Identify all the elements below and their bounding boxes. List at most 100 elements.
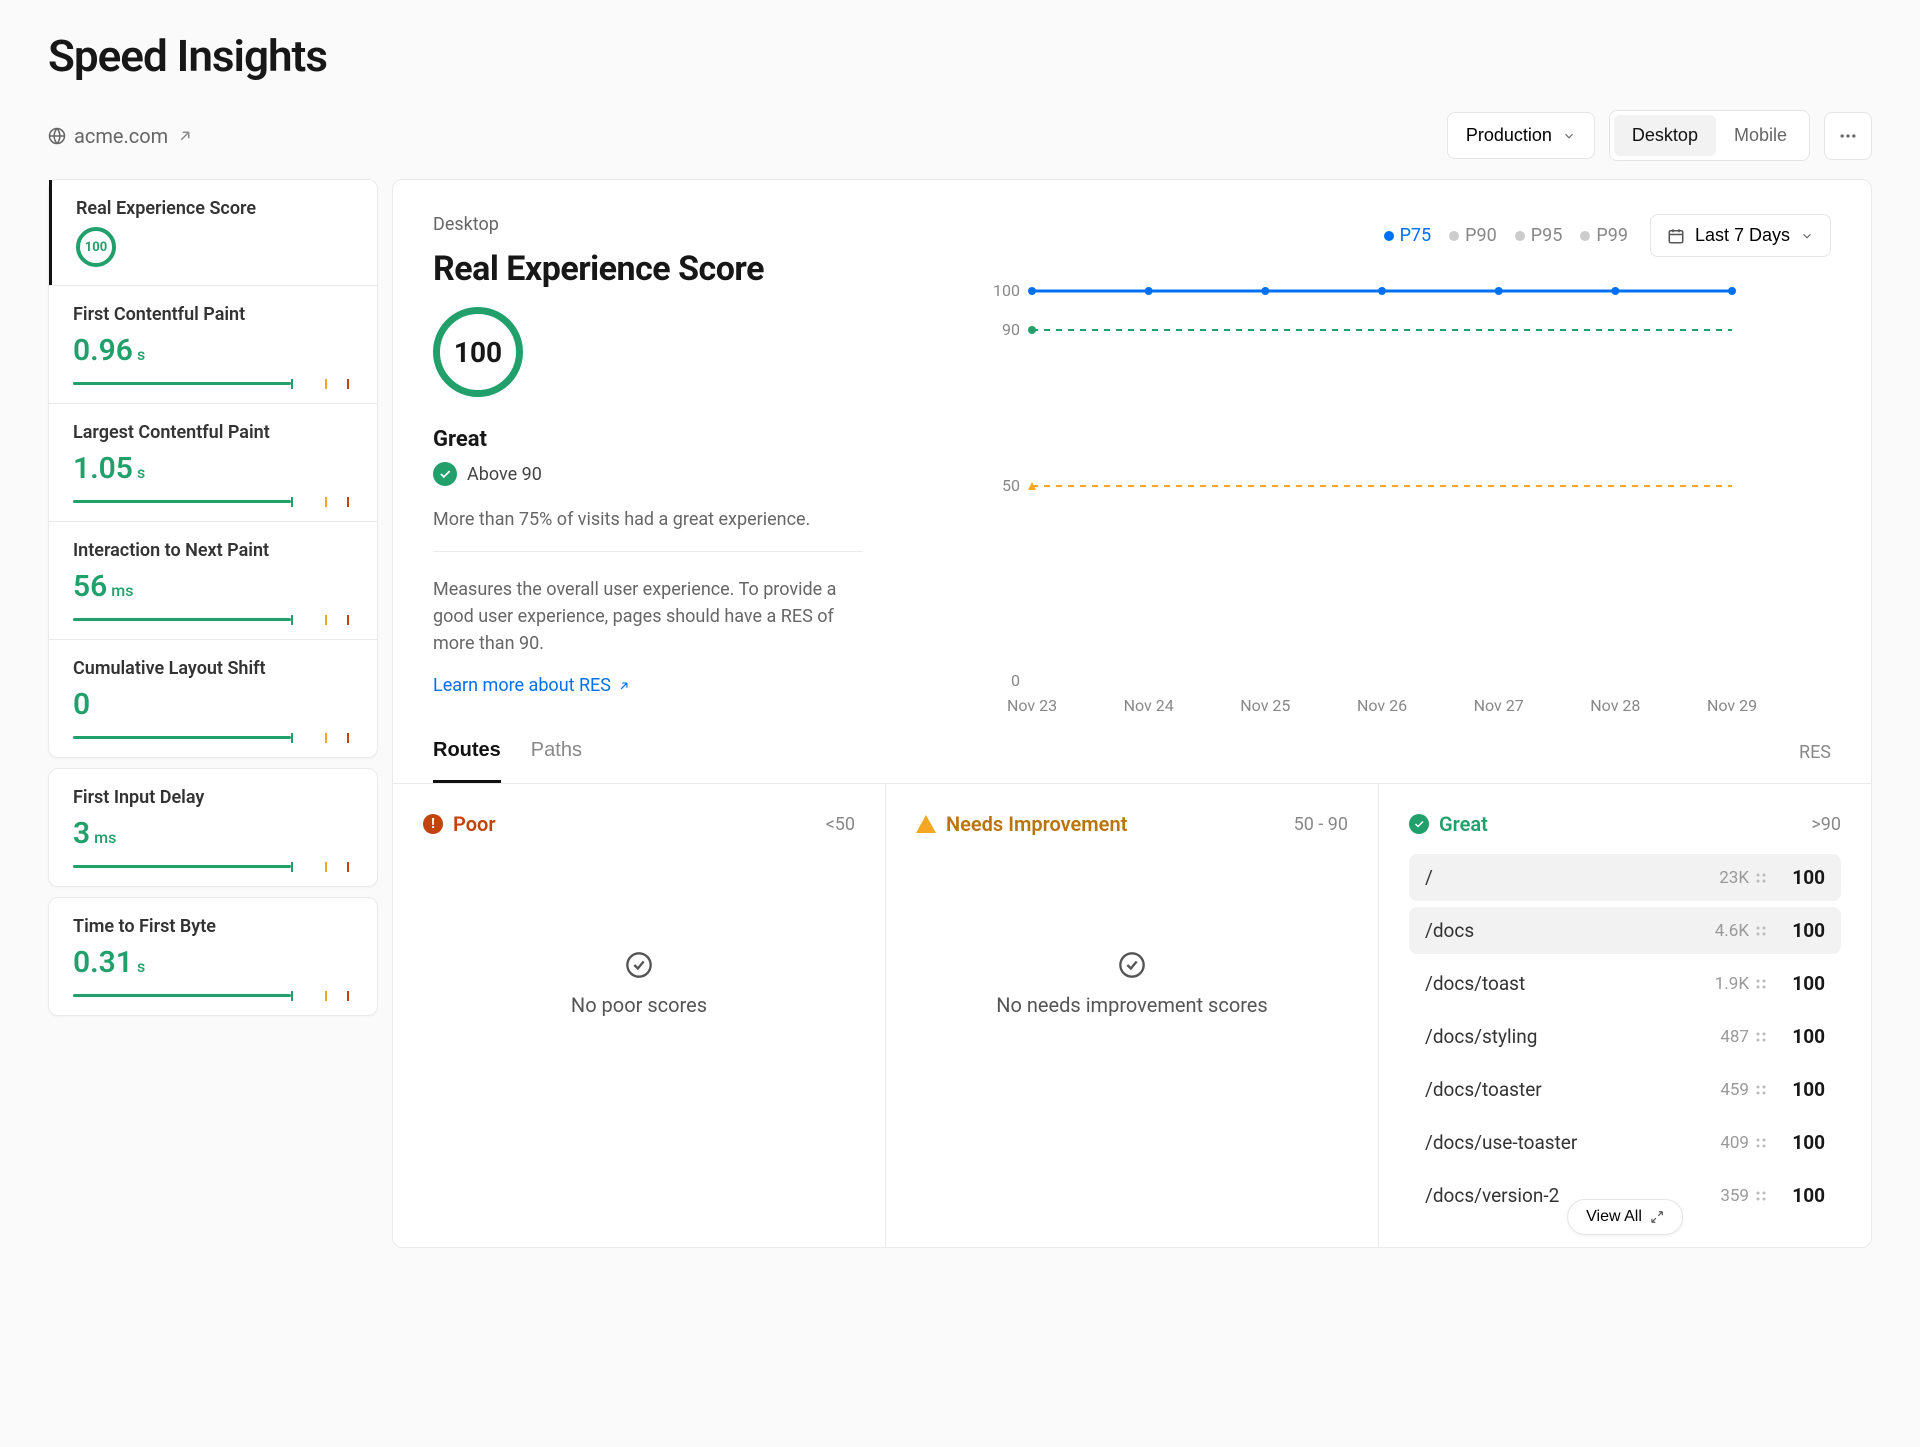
check-outline-icon xyxy=(625,951,653,979)
score-ring-large: 100 xyxy=(433,307,523,397)
metric-item-5[interactable]: First Input Delay 3ms xyxy=(49,769,377,886)
great-icon xyxy=(1409,814,1429,834)
detail-title: Real Experience Score xyxy=(433,249,863,289)
metric-label: Cumulative Layout Shift xyxy=(73,658,353,679)
svg-text:Nov 26: Nov 26 xyxy=(1357,696,1407,715)
route-row-2[interactable]: /docs/toast 1.9K 100 xyxy=(1409,960,1841,1007)
metric-item-4[interactable]: Cumulative Layout Shift 0 xyxy=(49,639,377,757)
route-path: /docs/toast xyxy=(1425,972,1525,995)
visits-icon xyxy=(1755,1031,1767,1043)
more-horizontal-icon xyxy=(1838,126,1858,146)
visits-icon xyxy=(1755,925,1767,937)
metric-item-1[interactable]: First Contentful Paint 0.96s xyxy=(49,285,377,403)
route-row-1[interactable]: /docs 4.6K 100 xyxy=(1409,907,1841,954)
learn-more-link[interactable]: Learn more about RES xyxy=(433,675,863,696)
percentile-P95[interactable]: P95 xyxy=(1515,225,1563,246)
route-row-0[interactable]: / 23K 100 xyxy=(1409,854,1841,901)
svg-text:Nov 28: Nov 28 xyxy=(1590,696,1640,715)
svg-text:Nov 24: Nov 24 xyxy=(1124,696,1174,715)
metric-item-6[interactable]: Time to First Byte 0.31s xyxy=(49,898,377,1015)
chevron-down-icon xyxy=(1562,129,1576,143)
route-path: /docs/version-2 xyxy=(1425,1184,1559,1207)
detail-pretitle: Desktop xyxy=(433,214,863,235)
status-label: Great xyxy=(433,427,863,452)
route-count: 409 xyxy=(1720,1133,1767,1153)
globe-icon xyxy=(48,127,66,145)
external-link-icon xyxy=(617,679,631,693)
col-ni-title: Needs Improvement xyxy=(946,812,1127,836)
svg-text:50: 50 xyxy=(1002,476,1020,495)
col-great: Great >90 / 23K 100 /docs 4.6K 100 /docs… xyxy=(1379,784,1871,1247)
route-count: 359 xyxy=(1720,1186,1767,1206)
route-row-4[interactable]: /docs/toaster 459 100 xyxy=(1409,1066,1841,1113)
percentile-P75[interactable]: P75 xyxy=(1384,225,1432,246)
detail-desc-2: Measures the overall user experience. To… xyxy=(433,576,863,657)
page-title: Speed Insights xyxy=(48,30,1872,82)
toolbar: acme.com Production Desktop Mobile xyxy=(48,110,1872,161)
col-great-title: Great xyxy=(1439,812,1488,836)
tab-metric-label: RES xyxy=(1799,742,1831,763)
metric-item-3[interactable]: Interaction to Next Paint 56ms xyxy=(49,521,377,639)
route-path: /docs/use-toaster xyxy=(1425,1131,1577,1154)
domain-text: acme.com xyxy=(74,124,168,148)
svg-text:Nov 25: Nov 25 xyxy=(1240,696,1290,715)
svg-text:0: 0 xyxy=(1011,671,1020,690)
metric-label: Largest Contentful Paint xyxy=(73,422,353,443)
svg-text:Nov 23: Nov 23 xyxy=(1007,696,1057,715)
col-great-range: >90 xyxy=(1811,814,1841,835)
visits-icon xyxy=(1755,1084,1767,1096)
visits-icon xyxy=(1755,978,1767,990)
col-poor: ! Poor <50 No poor scores xyxy=(393,784,886,1247)
svg-text:100: 100 xyxy=(993,281,1020,300)
route-path: /docs/styling xyxy=(1425,1025,1537,1048)
route-path: /docs xyxy=(1425,919,1474,942)
route-score: 100 xyxy=(1785,1078,1825,1101)
external-link-icon xyxy=(176,127,194,145)
percentile-P90[interactable]: P90 xyxy=(1449,225,1497,246)
route-score: 100 xyxy=(1785,1184,1825,1207)
tab-paths[interactable]: Paths xyxy=(531,721,582,783)
date-range-select[interactable]: Last 7 Days xyxy=(1650,214,1831,257)
check-circle-icon xyxy=(433,462,457,486)
view-all-button[interactable]: View All xyxy=(1567,1199,1683,1235)
svg-text:90: 90 xyxy=(1002,320,1020,339)
route-row-3[interactable]: /docs/styling 487 100 xyxy=(1409,1013,1841,1060)
warning-icon xyxy=(916,815,936,833)
col-poor-range: <50 xyxy=(826,814,855,835)
calendar-icon xyxy=(1667,227,1685,245)
route-score: 100 xyxy=(1785,866,1825,889)
poor-icon: ! xyxy=(423,814,443,834)
route-path: / xyxy=(1425,866,1433,889)
route-count: 1.9K xyxy=(1715,974,1767,994)
routing-tabs: Routes Paths RES xyxy=(393,721,1871,784)
environment-label: Production xyxy=(1466,125,1552,146)
percentile-toggle: P75 P90 P95 P99 xyxy=(1384,225,1628,246)
metric-label: First Input Delay xyxy=(73,787,353,808)
metrics-sidebar: Real Experience Score 100 First Contentf… xyxy=(48,179,378,1248)
route-count: 459 xyxy=(1720,1080,1767,1100)
device-tab-mobile[interactable]: Mobile xyxy=(1716,115,1805,156)
device-tab-desktop[interactable]: Desktop xyxy=(1614,115,1716,156)
device-segmented: Desktop Mobile xyxy=(1609,110,1810,161)
score-ring-small: 100 xyxy=(76,227,116,267)
metric-item-2[interactable]: Largest Contentful Paint 1.05s xyxy=(49,403,377,521)
route-score: 100 xyxy=(1785,972,1825,995)
environment-select[interactable]: Production xyxy=(1447,112,1595,159)
col-ni-range: 50 - 90 xyxy=(1294,814,1348,835)
percentile-P99[interactable]: P99 xyxy=(1580,225,1628,246)
visits-icon xyxy=(1755,872,1767,884)
metric-label: Interaction to Next Paint xyxy=(73,540,353,561)
metric-item-0[interactable]: Real Experience Score 100 xyxy=(49,180,377,285)
expand-icon xyxy=(1650,1210,1664,1224)
detail-desc-1: More than 75% of visits had a great expe… xyxy=(433,506,863,533)
check-outline-icon xyxy=(1118,951,1146,979)
divider xyxy=(433,551,863,552)
metric-label: Real Experience Score xyxy=(76,198,353,219)
visits-icon xyxy=(1755,1190,1767,1202)
domain-link[interactable]: acme.com xyxy=(48,124,194,148)
svg-text:Nov 29: Nov 29 xyxy=(1707,696,1757,715)
tab-routes[interactable]: Routes xyxy=(433,721,501,783)
more-menu-button[interactable] xyxy=(1824,112,1872,160)
route-row-5[interactable]: /docs/use-toaster 409 100 xyxy=(1409,1119,1841,1166)
route-count: 4.6K xyxy=(1715,921,1767,941)
